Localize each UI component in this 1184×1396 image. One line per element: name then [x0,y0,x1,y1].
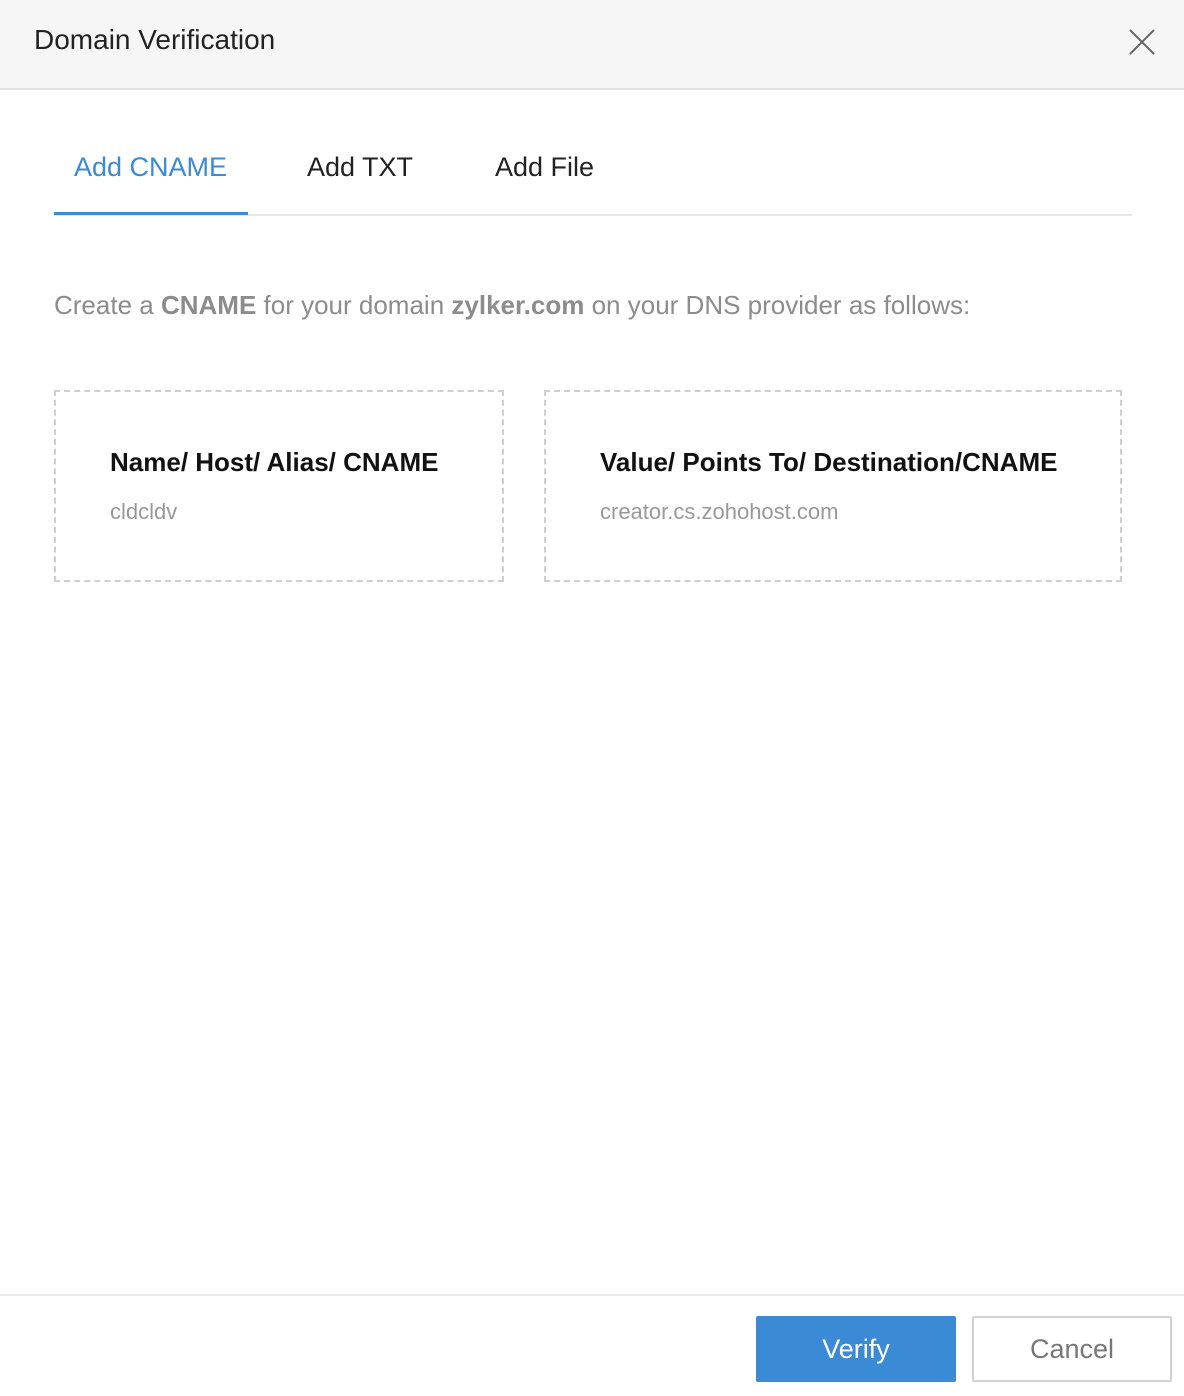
domain-verification-dialog: Domain Verification Add CNAME Add TXT Ad… [0,0,1184,1396]
verify-button[interactable]: Verify [756,1316,956,1382]
tab-add-txt[interactable]: Add TXT [307,150,413,184]
value-points-to-card: Value/ Points To/ Destination/CNAME crea… [544,390,1122,582]
dialog-footer: Verify Cancel [0,1294,1184,1396]
dialog-title: Domain Verification [34,24,276,55]
name-host-card-value: cldcldv [110,499,178,524]
active-tab-indicator [54,212,248,215]
dialog-header: Domain Verification [0,0,1184,90]
tab-add-file[interactable]: Add File [495,150,594,184]
instruction-suffix: on your DNS provider as follows: [584,290,971,320]
tab-bar: Add CNAME Add TXT Add File [54,130,1132,216]
value-points-to-card-title: Value/ Points To/ Destination/CNAME [600,447,1058,477]
cancel-button[interactable]: Cancel [972,1316,1172,1382]
instruction-text: Create a CNAME for your domain zylker.co… [54,288,970,322]
name-host-card: Name/ Host/ Alias/ CNAME cldcldv [54,390,504,582]
close-icon [1129,29,1155,55]
instruction-record-type: CNAME [160,290,257,320]
name-host-card-title: Name/ Host/ Alias/ CNAME [110,447,439,477]
value-points-to-card-value: creator.cs.zohohost.com [600,499,839,524]
instruction-prefix: Create a [54,290,161,320]
tab-add-cname[interactable]: Add CNAME [74,150,227,184]
instruction-middle: for your domain [256,290,452,320]
instruction-domain: zylker.com [451,290,585,320]
close-button[interactable] [1124,24,1160,60]
